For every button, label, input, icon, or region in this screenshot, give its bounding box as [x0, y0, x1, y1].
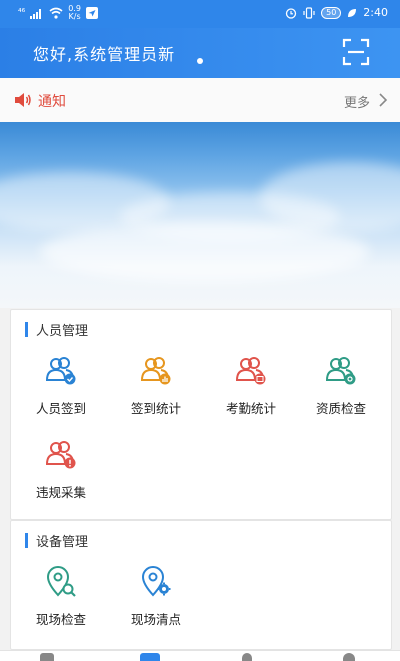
site-inventory-label: 现场清点	[130, 612, 181, 627]
site-inspect-icon	[46, 566, 76, 597]
notice-bar[interactable]: 通知 更多	[0, 78, 400, 122]
battery-indicator: 50	[321, 6, 342, 19]
checkin-stats-label: 签到统计	[130, 401, 181, 416]
title-accent	[25, 533, 28, 548]
speaker-icon	[15, 93, 31, 107]
equipment-title: 设备管理	[36, 535, 89, 550]
scan-button[interactable]	[342, 38, 370, 66]
personnel-section: 人员管理 人员签到 签到统计 考勤统计 资质检查 违规采集	[10, 309, 392, 520]
status-dot	[197, 58, 203, 64]
personnel-title: 人员管理	[36, 324, 89, 339]
wifi-icon	[49, 7, 63, 19]
attendance-stats-label: 考勤统计	[225, 401, 276, 416]
user-check-icon	[45, 357, 76, 385]
signal-bars-icon	[30, 9, 42, 19]
qualification-check-label: 资质检查	[315, 401, 366, 416]
user-stats-icon	[140, 357, 171, 385]
attendance-stats-button[interactable]: 考勤统计	[206, 354, 296, 422]
equipment-section: 设备管理 现场检查 现场清点	[10, 520, 392, 650]
leaf-icon	[348, 8, 357, 17]
alarm-icon	[285, 7, 297, 19]
user-attendance-icon	[235, 357, 266, 385]
checkin-stats-button[interactable]: 签到统计	[111, 354, 201, 422]
bottom-tab-bar	[0, 650, 400, 661]
status-bar: ⁴⁶ 0.9 K/s 50 2:40	[0, 0, 400, 28]
site-inventory-button[interactable]: 现场清点	[111, 565, 201, 633]
violation-collect-button[interactable]: 违规采集	[16, 438, 106, 506]
send-notification-icon	[85, 7, 98, 19]
personnel-checkin-label: 人员签到	[35, 401, 86, 416]
site-inspect-label: 现场检查	[35, 612, 86, 627]
clock: 2:40	[363, 6, 388, 19]
signal-strength: ⁴⁶	[18, 8, 26, 18]
user-violation-icon	[45, 441, 76, 469]
section-title: 设备管理	[25, 531, 88, 550]
greeting-title: 您好,系统管理员新	[33, 45, 176, 64]
chevron-right-icon[interactable]	[378, 93, 388, 107]
network-speed: 0.9 K/s	[68, 4, 81, 21]
vibrate-icon	[303, 6, 315, 19]
title-accent	[25, 322, 28, 337]
scan-icon	[342, 38, 370, 66]
user-qualification-icon	[325, 357, 356, 385]
banner-image	[0, 122, 400, 308]
personnel-checkin-button[interactable]: 人员签到	[16, 354, 106, 422]
notice-label: 通知	[38, 94, 66, 110]
qualification-check-button[interactable]: 资质检查	[296, 354, 386, 422]
notice-more-link[interactable]: 更多	[344, 92, 370, 111]
violation-collect-label: 违规采集	[35, 485, 86, 500]
app-header: 您好,系统管理员新	[0, 28, 400, 78]
site-inventory-icon	[141, 566, 171, 597]
site-inspect-button[interactable]: 现场检查	[16, 565, 106, 633]
section-title: 人员管理	[25, 320, 88, 339]
